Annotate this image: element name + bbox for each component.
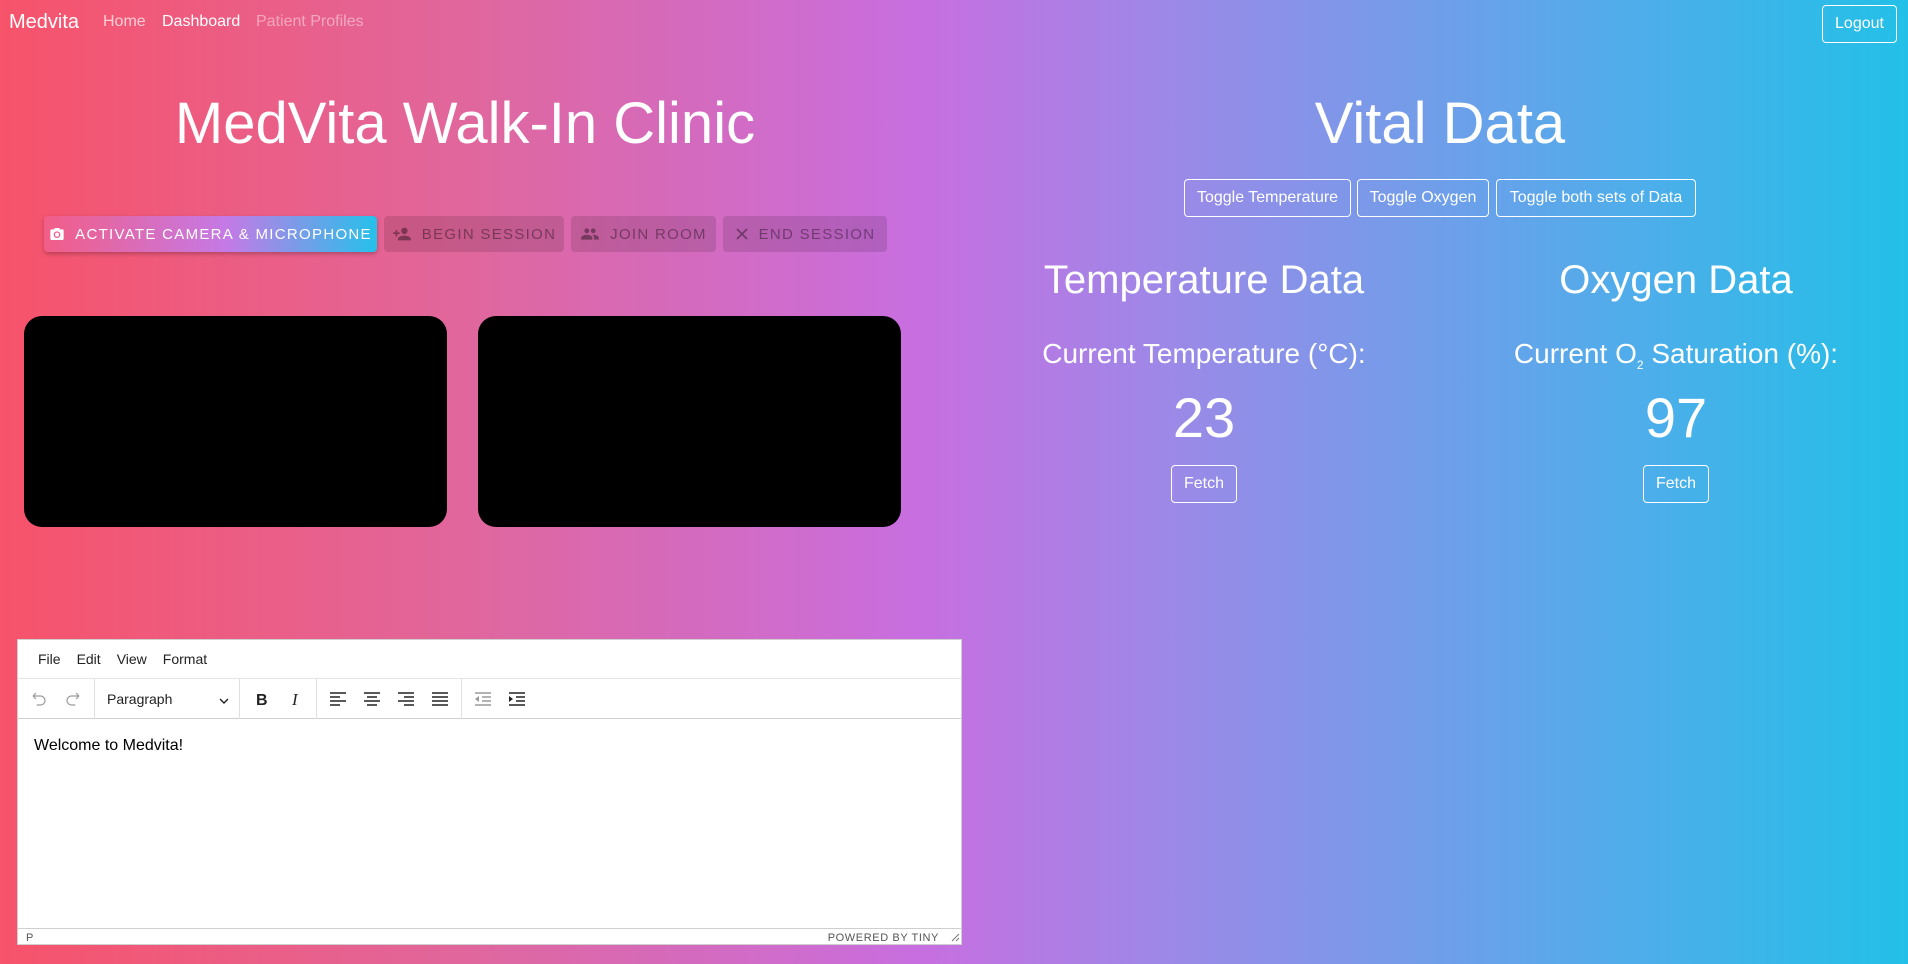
fetch-temperature-button[interactable]: Fetch bbox=[1171, 465, 1237, 503]
editor-content-area[interactable]: Welcome to Medvita! bbox=[18, 719, 961, 928]
temperature-value: 23 bbox=[1172, 386, 1236, 449]
oxygen-heading: Oxygen Data bbox=[1559, 258, 1793, 302]
align-justify-icon[interactable] bbox=[423, 682, 457, 716]
rich-text-editor: File Edit View Format Paragraph B I Welc… bbox=[17, 639, 962, 945]
bold-icon[interactable]: B bbox=[244, 682, 278, 716]
end-session-label: End Session bbox=[758, 225, 876, 243]
toggle-both-button[interactable]: Toggle both sets of Data bbox=[1496, 179, 1696, 217]
indent-icon[interactable] bbox=[500, 682, 534, 716]
close-icon bbox=[735, 227, 749, 241]
nav-link-dashboard[interactable]: Dashboard bbox=[162, 13, 240, 31]
navbar: Medvita Home Dashboard Patient Profiles … bbox=[0, 0, 1908, 46]
align-right-icon[interactable] bbox=[389, 682, 423, 716]
menu-file[interactable]: File bbox=[30, 651, 69, 667]
align-center-icon[interactable] bbox=[355, 682, 389, 716]
oxygen-panel: Oxygen Data Current O2 Saturation (%): 9… bbox=[1446, 255, 1906, 503]
editor-toolbar: Paragraph B I bbox=[18, 678, 961, 719]
powered-by-link[interactable]: POWERED BY TINY bbox=[828, 932, 939, 944]
nav-link-patient-profiles[interactable]: Patient Profiles bbox=[256, 13, 364, 31]
end-session-button[interactable]: End Session bbox=[723, 216, 887, 252]
activate-camera-label: Activate Camera & Microphone bbox=[75, 225, 372, 243]
toggle-temperature-button[interactable]: Toggle Temperature bbox=[1184, 179, 1351, 217]
editor-statusbar: P POWERED BY TINY bbox=[18, 928, 961, 946]
block-format-select[interactable]: Paragraph bbox=[99, 682, 235, 716]
oxygen-label-subscript: 2 bbox=[1636, 358, 1644, 372]
italic-icon[interactable]: I bbox=[278, 682, 312, 716]
vital-data-title: Vital Data bbox=[1314, 91, 1566, 156]
begin-session-button[interactable]: Begin Session bbox=[384, 216, 564, 252]
undo-icon[interactable] bbox=[22, 682, 56, 716]
begin-session-label: Begin Session bbox=[421, 225, 557, 243]
align-left-icon[interactable] bbox=[321, 682, 355, 716]
fetch-oxygen-button[interactable]: Fetch bbox=[1643, 465, 1709, 503]
temperature-label: Current Temperature (°C): bbox=[1042, 338, 1366, 369]
redo-icon[interactable] bbox=[56, 682, 90, 716]
remote-video bbox=[478, 316, 901, 527]
logout-button[interactable]: Logout bbox=[1822, 5, 1897, 43]
menu-format[interactable]: Format bbox=[155, 651, 215, 667]
toggle-oxygen-button[interactable]: Toggle Oxygen bbox=[1357, 179, 1489, 217]
join-room-label: Join Room bbox=[610, 225, 707, 243]
oxygen-value: 97 bbox=[1644, 386, 1708, 449]
oxygen-label: Current O2 Saturation (%): bbox=[1446, 337, 1906, 372]
editor-paragraph: Welcome to Medvita! bbox=[34, 737, 184, 754]
element-path[interactable]: P bbox=[26, 932, 33, 944]
brand-logo[interactable]: Medvita bbox=[9, 11, 79, 34]
resize-handle-icon[interactable] bbox=[951, 933, 960, 945]
join-room-button[interactable]: Join Room bbox=[571, 216, 716, 252]
camera-icon bbox=[49, 226, 65, 242]
editor-menubar: File Edit View Format bbox=[18, 640, 961, 679]
clinic-title: MedVita Walk-In Clinic bbox=[174, 91, 756, 156]
svg-text:I: I bbox=[291, 691, 299, 707]
nav-link-home[interactable]: Home bbox=[103, 13, 146, 31]
block-format-value: Paragraph bbox=[107, 690, 173, 707]
temperature-panel: Temperature Data Current Temperature (°C… bbox=[974, 255, 1434, 503]
menu-view[interactable]: View bbox=[109, 651, 155, 667]
add-person-icon bbox=[392, 226, 412, 242]
local-video bbox=[24, 316, 447, 527]
activate-camera-button[interactable]: Activate Camera & Microphone bbox=[44, 216, 377, 252]
svg-text:B: B bbox=[256, 692, 268, 707]
group-icon bbox=[580, 226, 600, 242]
outdent-icon[interactable] bbox=[466, 682, 500, 716]
chevron-down-icon bbox=[219, 691, 229, 707]
oxygen-label-suffix: Saturation (%): bbox=[1643, 338, 1839, 369]
temperature-heading: Temperature Data bbox=[1043, 258, 1365, 302]
menu-edit[interactable]: Edit bbox=[69, 651, 109, 667]
oxygen-label-prefix: Current O bbox=[1513, 338, 1637, 369]
